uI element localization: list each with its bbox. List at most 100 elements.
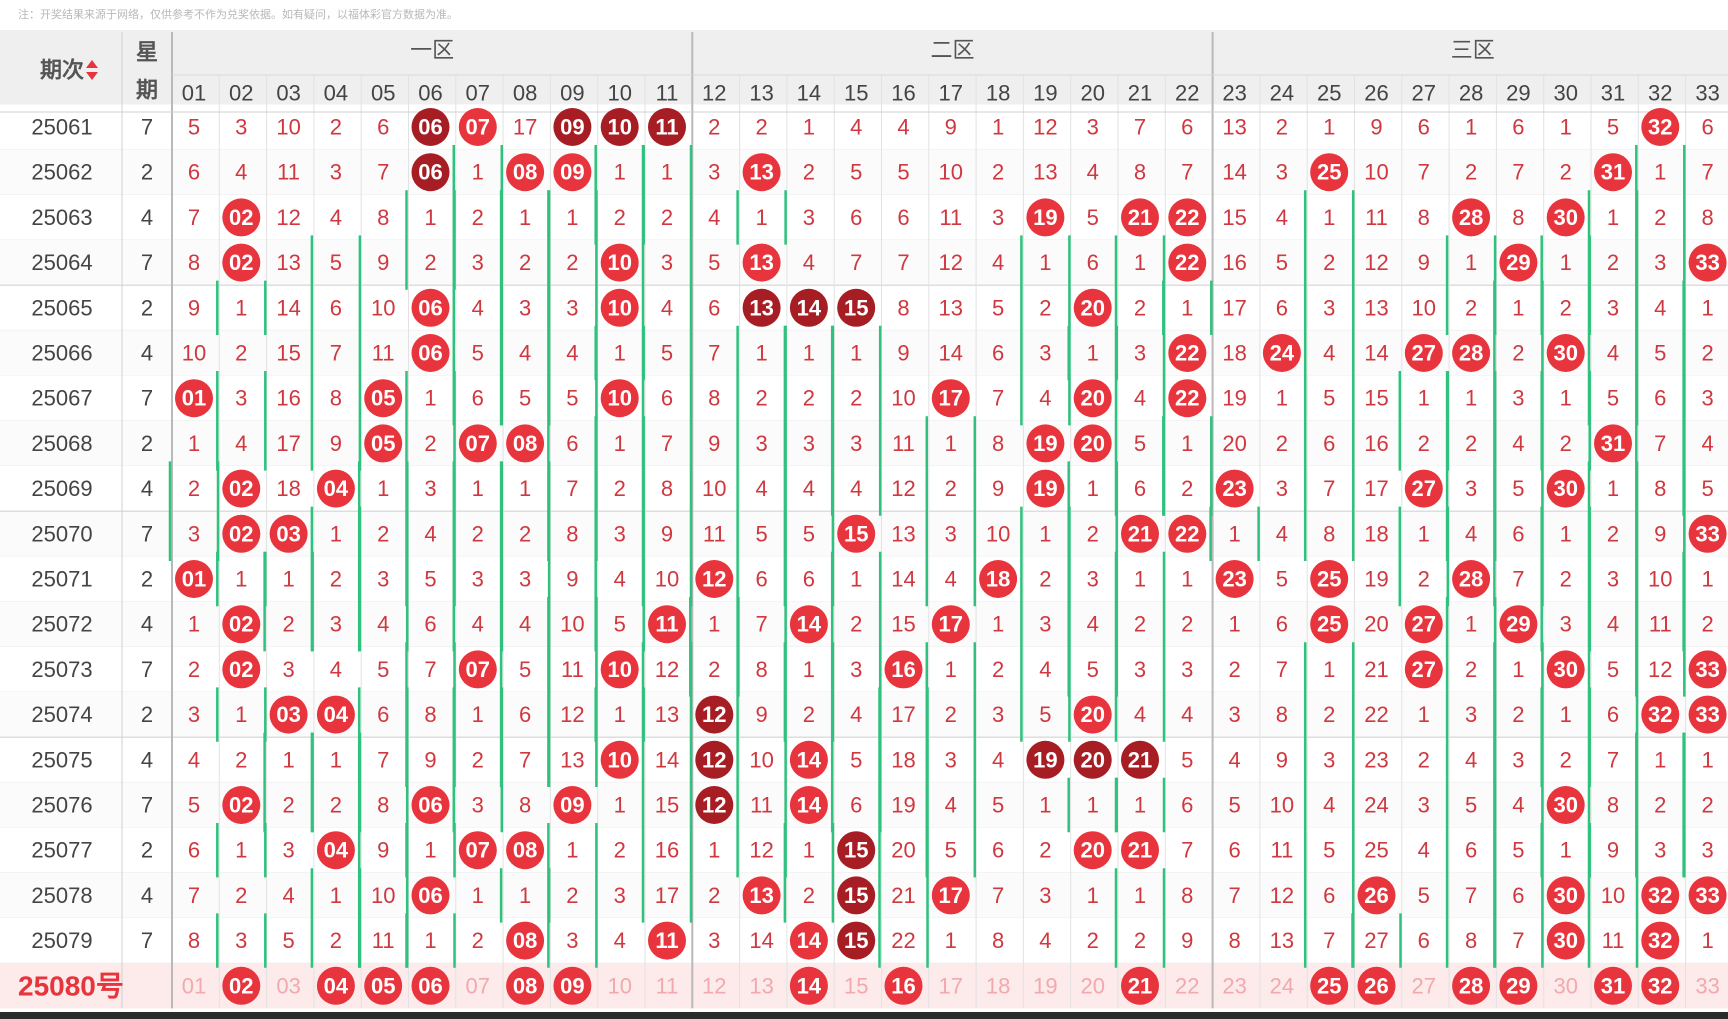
omission-value: 4 bbox=[235, 160, 247, 185]
unselected-number-label: 03 bbox=[276, 973, 300, 998]
omission-value: 3 bbox=[755, 431, 767, 456]
omission-value: 9 bbox=[1370, 115, 1382, 140]
omission-value: 5 bbox=[566, 386, 578, 411]
drawn-number-label: 01 bbox=[182, 567, 206, 592]
omission-value: 3 bbox=[1465, 702, 1477, 727]
zone-header: 三区 bbox=[1451, 38, 1495, 63]
omission-value: 4 bbox=[1039, 657, 1051, 682]
omission-value: 3 bbox=[1607, 567, 1619, 592]
omission-value: 3 bbox=[1039, 341, 1051, 366]
omission-value: 2 bbox=[614, 205, 626, 230]
omission-value: 1 bbox=[235, 295, 247, 320]
selected-number-label: 02 bbox=[229, 973, 253, 998]
drawn-number-label: 07 bbox=[466, 431, 490, 456]
number-header: 17 bbox=[939, 81, 963, 106]
omission-value: 5 bbox=[1181, 747, 1193, 772]
weekday-value: 7 bbox=[141, 250, 153, 275]
omission-value: 7 bbox=[661, 431, 673, 456]
omission-value: 9 bbox=[992, 476, 1004, 501]
issue-number: 25063 bbox=[31, 205, 92, 230]
omission-value: 10 bbox=[939, 160, 963, 185]
omission-value: 3 bbox=[1607, 295, 1619, 320]
omission-value: 4 bbox=[850, 702, 862, 727]
drawn-number-label: 13 bbox=[749, 883, 773, 908]
drawn-number-label: 22 bbox=[1175, 250, 1199, 275]
drawn-number-label: 06 bbox=[418, 341, 442, 366]
drawn-number-label: 22 bbox=[1175, 521, 1199, 546]
omission-value: 7 bbox=[1512, 567, 1524, 592]
omission-value: 21 bbox=[891, 883, 915, 908]
omission-value: 4 bbox=[1323, 793, 1335, 818]
number-header: 03 bbox=[276, 81, 300, 106]
omission-value: 6 bbox=[1654, 386, 1666, 411]
drawn-number-label: 27 bbox=[1412, 476, 1436, 501]
omission-value: 1 bbox=[1701, 747, 1713, 772]
omission-value: 1 bbox=[850, 341, 862, 366]
omission-value: 1 bbox=[424, 205, 436, 230]
omission-value: 6 bbox=[850, 793, 862, 818]
omission-value: 4 bbox=[992, 747, 1004, 772]
omission-value: 2 bbox=[1181, 476, 1193, 501]
omission-value: 5 bbox=[1087, 657, 1099, 682]
drawn-number-label: 02 bbox=[229, 793, 253, 818]
omission-value: 6 bbox=[1512, 115, 1524, 140]
omission-value: 9 bbox=[1181, 928, 1193, 953]
omission-value: 3 bbox=[1465, 476, 1477, 501]
omission-value: 4 bbox=[945, 567, 957, 592]
omission-value: 1 bbox=[1087, 883, 1099, 908]
omission-value: 8 bbox=[1323, 521, 1335, 546]
drawn-number-label: 28 bbox=[1459, 567, 1483, 592]
drawn-number-label: 14 bbox=[797, 295, 822, 320]
omission-value: 11 bbox=[1602, 928, 1625, 953]
omission-value: 2 bbox=[1607, 250, 1619, 275]
omission-value: 5 bbox=[1607, 657, 1619, 682]
omission-value: 3 bbox=[282, 657, 294, 682]
omission-value: 7 bbox=[1181, 160, 1193, 185]
unselected-number-label: 10 bbox=[607, 973, 631, 998]
omission-value: 8 bbox=[377, 793, 389, 818]
omission-value: 4 bbox=[1465, 521, 1477, 546]
omission-value: 11 bbox=[561, 657, 584, 682]
omission-value: 2 bbox=[803, 883, 815, 908]
omission-value: 8 bbox=[1134, 160, 1146, 185]
omission-value: 8 bbox=[1607, 793, 1619, 818]
omission-value: 1 bbox=[1654, 747, 1666, 772]
omission-value: 1 bbox=[945, 928, 957, 953]
omission-value: 1 bbox=[614, 702, 626, 727]
issue-number: 25072 bbox=[31, 612, 92, 637]
drawn-number-label: 10 bbox=[607, 386, 631, 411]
omission-value: 5 bbox=[519, 657, 531, 682]
drawn-number-label: 02 bbox=[229, 612, 253, 637]
drawn-number-label: 12 bbox=[702, 793, 726, 818]
omission-value: 2 bbox=[1181, 612, 1193, 637]
issue-number: 25076 bbox=[31, 793, 92, 818]
omission-value: 5 bbox=[424, 567, 436, 592]
omission-value: 2 bbox=[1087, 928, 1099, 953]
omission-value: 4 bbox=[897, 115, 909, 140]
omission-value: 4 bbox=[188, 747, 200, 772]
omission-value: 8 bbox=[1465, 928, 1477, 953]
omission-value: 11 bbox=[939, 205, 962, 230]
drawn-number-label: 25 bbox=[1317, 160, 1341, 185]
omission-value: 2 bbox=[992, 160, 1004, 185]
omission-value: 9 bbox=[377, 250, 389, 275]
drawn-number-label: 21 bbox=[1128, 205, 1152, 230]
omission-value: 1 bbox=[803, 341, 815, 366]
omission-value: 2 bbox=[614, 476, 626, 501]
omission-value: 10 bbox=[371, 295, 395, 320]
drawn-number-label: 32 bbox=[1648, 928, 1672, 953]
number-header: 07 bbox=[466, 81, 490, 106]
omission-value: 10 bbox=[702, 476, 726, 501]
drawn-number-label: 19 bbox=[1033, 747, 1057, 772]
weekday-value: 7 bbox=[141, 928, 153, 953]
omission-value: 1 bbox=[803, 838, 815, 863]
number-header: 24 bbox=[1270, 81, 1294, 106]
omission-value: 1 bbox=[1465, 386, 1477, 411]
omission-value: 1 bbox=[1323, 115, 1335, 140]
drawn-number-label: 27 bbox=[1412, 657, 1436, 682]
drawn-number-label: 15 bbox=[844, 295, 868, 320]
omission-value: 7 bbox=[519, 747, 531, 772]
omission-value: 2 bbox=[708, 883, 720, 908]
omission-value: 1 bbox=[614, 793, 626, 818]
omission-value: 1 bbox=[472, 883, 484, 908]
